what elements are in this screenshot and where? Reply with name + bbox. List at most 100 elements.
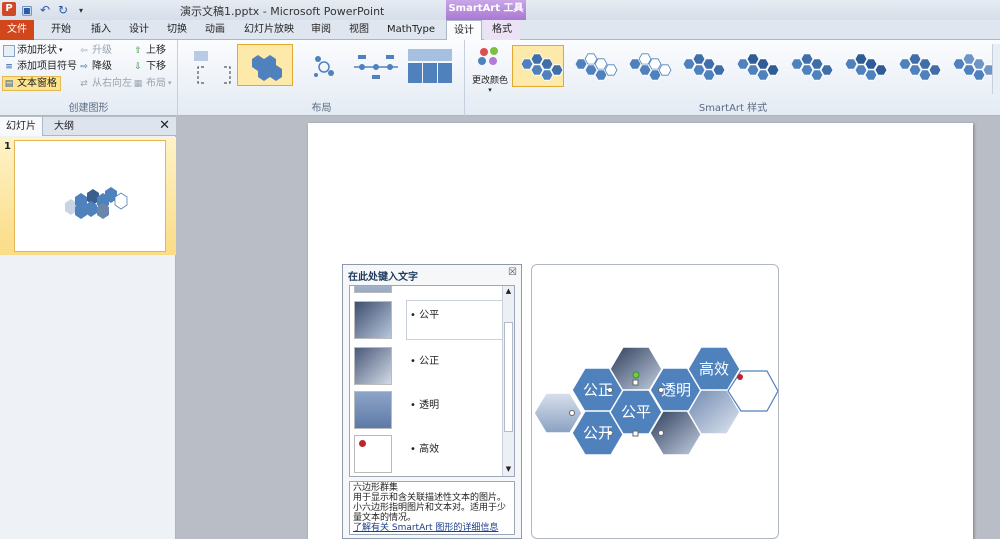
close-icon[interactable]: ☒ bbox=[508, 267, 517, 278]
bullet-text-item[interactable]: • 公平 bbox=[410, 306, 439, 321]
tab-file[interactable]: 文件 bbox=[0, 20, 34, 40]
resize-handle[interactable] bbox=[658, 430, 664, 436]
change-colors-button[interactable]: 更改颜色 ▾ bbox=[470, 44, 510, 100]
close-icon[interactable]: ✕ bbox=[159, 118, 170, 133]
scroll-down-icon[interactable]: ▼ bbox=[504, 465, 513, 475]
undo-icon[interactable]: ↶ bbox=[38, 3, 52, 17]
tab-outline[interactable]: 大纲 bbox=[48, 117, 80, 136]
layout-thumb-hexagon-cluster[interactable] bbox=[237, 44, 293, 86]
tab-home[interactable]: 开始 bbox=[44, 20, 78, 40]
smartart-style-thumb[interactable] bbox=[836, 45, 888, 87]
add-bullet-button[interactable]: ≡ 添加项目符号 bbox=[3, 59, 77, 74]
list-item[interactable]: • 透明 bbox=[350, 388, 504, 432]
redo-icon[interactable]: ↻ bbox=[56, 3, 70, 17]
layout-thumb-bracket[interactable] bbox=[185, 44, 241, 86]
powerpoint-app-icon[interactable]: P bbox=[2, 2, 16, 16]
group-layouts: 布局 bbox=[179, 40, 465, 116]
list-item[interactable]: • 公正 bbox=[350, 344, 504, 388]
resize-handle[interactable] bbox=[632, 379, 639, 386]
text-pane-icon: ▤ bbox=[4, 78, 14, 89]
timeline-layout-icon bbox=[354, 55, 398, 79]
dropdown-arrow-icon: ▾ bbox=[168, 79, 172, 87]
tab-view[interactable]: 视图 bbox=[342, 20, 376, 40]
dropdown-arrow-icon: ▾ bbox=[488, 86, 492, 94]
promote-button[interactable]: ⇦ 升级 bbox=[78, 43, 112, 58]
scroll-up-icon[interactable]: ▲ bbox=[504, 287, 513, 297]
tab-transitions[interactable]: 切换 bbox=[160, 20, 194, 40]
text-pane-scrollbar[interactable]: ▲ ▼ bbox=[502, 286, 514, 476]
scroll-thumb[interactable] bbox=[504, 322, 513, 432]
hexagon-cluster-graphic[interactable]: 公正 公平 透明 高效 公开 bbox=[532, 265, 779, 538]
add-shape-icon bbox=[3, 44, 15, 57]
smartart-style-thumb[interactable] bbox=[674, 45, 726, 87]
palette-icon bbox=[478, 47, 498, 65]
layout-thumb-table-list[interactable] bbox=[401, 44, 457, 86]
smartart-style-thumb[interactable] bbox=[620, 45, 672, 87]
layout-button[interactable]: ▦ 布局 ▾ bbox=[132, 76, 172, 91]
hexagon-style-icon bbox=[574, 53, 618, 81]
ribbon: 添加形状 ▾ ≡ 添加项目符号 ▤ 文本窗格 ⇦ 升级 ⇨ 降级 ⇄ 从右向左 ⇧… bbox=[0, 40, 1000, 116]
move-up-button[interactable]: ⇧ 上移 bbox=[132, 43, 166, 58]
hexagon-label: 公正 bbox=[583, 381, 613, 399]
smartart-text-pane: 在此处键入文字 ☒ • 公平 • 公正 • 透明 • 高效 ▲ ▼ 六边形群集 … bbox=[342, 264, 522, 539]
learn-more-link[interactable]: 了解有关 SmartArt 图形的详细信息 bbox=[353, 523, 511, 533]
layout-thumb-circle-relation[interactable] bbox=[295, 44, 351, 86]
ribbon-tabs: 文件 开始 插入 设计 切换 动画 幻灯片放映 审阅 视图 MathType 设… bbox=[0, 20, 1000, 41]
gallery-scroll[interactable] bbox=[992, 44, 1000, 94]
table-list-layout-icon bbox=[408, 49, 452, 83]
customize-qat-icon[interactable]: ▾ bbox=[74, 6, 88, 15]
text-pane-button[interactable]: ▤ 文本窗格 bbox=[2, 76, 61, 91]
smartart-style-thumb[interactable] bbox=[566, 45, 618, 87]
tab-smartart-design[interactable]: 设计 bbox=[446, 20, 482, 41]
picture-placeholder[interactable] bbox=[354, 391, 392, 429]
hexagon-style-icon bbox=[736, 53, 780, 81]
arrow-down-icon: ⇩ bbox=[134, 61, 142, 72]
text-pane-list: • 公平 • 公正 • 透明 • 高效 ▲ ▼ bbox=[349, 285, 515, 477]
quick-access-toolbar: ▣ ↶ ↻ ▾ bbox=[20, 2, 88, 18]
hexagon-label: 公开 bbox=[583, 424, 613, 442]
picture-placeholder[interactable] bbox=[354, 435, 392, 473]
bullet-icon: ≡ bbox=[5, 61, 13, 72]
tab-mathtype[interactable]: MathType bbox=[382, 20, 440, 40]
tab-animations[interactable]: 动画 bbox=[198, 20, 232, 40]
picture-placeholder[interactable] bbox=[354, 286, 392, 293]
save-icon[interactable]: ▣ bbox=[20, 3, 34, 17]
picture-placeholder[interactable] bbox=[354, 301, 392, 339]
arrow-up-icon: ⇧ bbox=[134, 45, 142, 56]
smartart-tools-context-tab: SmartArt 工具 bbox=[446, 0, 526, 20]
smartart-style-thumb[interactable] bbox=[512, 45, 564, 87]
tab-smartart-format[interactable]: 格式 bbox=[484, 20, 520, 40]
smartart-style-thumb[interactable] bbox=[890, 45, 942, 87]
list-item[interactable]: • 高效 bbox=[350, 432, 504, 476]
tab-review[interactable]: 审阅 bbox=[304, 20, 338, 40]
add-shape-button[interactable]: 添加形状 ▾ bbox=[3, 43, 63, 58]
demote-button[interactable]: ⇨ 降级 bbox=[78, 59, 112, 74]
tab-design[interactable]: 设计 bbox=[122, 20, 156, 40]
layout-thumb-timeline[interactable] bbox=[347, 44, 403, 86]
tab-insert[interactable]: 插入 bbox=[84, 20, 118, 40]
slide-thumbnail[interactable] bbox=[14, 140, 166, 252]
picture-placeholder[interactable] bbox=[354, 347, 392, 385]
right-to-left-button[interactable]: ⇄ 从右向左 bbox=[78, 76, 132, 91]
slide-thumbnail-row[interactable]: 1 bbox=[0, 137, 176, 255]
smartart-style-thumb[interactable] bbox=[782, 45, 834, 87]
group-create-graphic: 添加形状 ▾ ≡ 添加项目符号 ▤ 文本窗格 ⇦ 升级 ⇨ 降级 ⇄ 从右向左 ⇧… bbox=[0, 40, 178, 116]
smartart-graphic-frame[interactable]: 公正 公平 透明 高效 公开 bbox=[531, 264, 779, 539]
dropdown-arrow-icon: ▾ bbox=[59, 46, 63, 54]
bullet-text-item[interactable]: • 高效 bbox=[410, 440, 439, 455]
group-label-layouts: 布局 bbox=[311, 103, 332, 114]
rotate-handle[interactable] bbox=[632, 371, 640, 379]
hexagon-style-icon bbox=[952, 53, 996, 81]
tab-slideshow[interactable]: 幻灯片放映 bbox=[240, 20, 298, 40]
bullet-text-item[interactable]: • 公正 bbox=[410, 352, 439, 367]
smartart-style-thumb[interactable] bbox=[944, 45, 996, 87]
smartart-style-thumb[interactable] bbox=[728, 45, 780, 87]
list-item[interactable]: • 公平 bbox=[350, 298, 504, 342]
hexagon-label: 高效 bbox=[699, 360, 729, 378]
bullet-text-item[interactable]: • 透明 bbox=[410, 396, 439, 411]
tab-slides[interactable]: 幻灯片 bbox=[0, 117, 43, 136]
move-down-button[interactable]: ⇩ 下移 bbox=[132, 59, 166, 74]
mini-smartart-preview bbox=[65, 187, 128, 219]
resize-handle[interactable] bbox=[632, 430, 639, 437]
resize-handle[interactable] bbox=[569, 410, 575, 416]
